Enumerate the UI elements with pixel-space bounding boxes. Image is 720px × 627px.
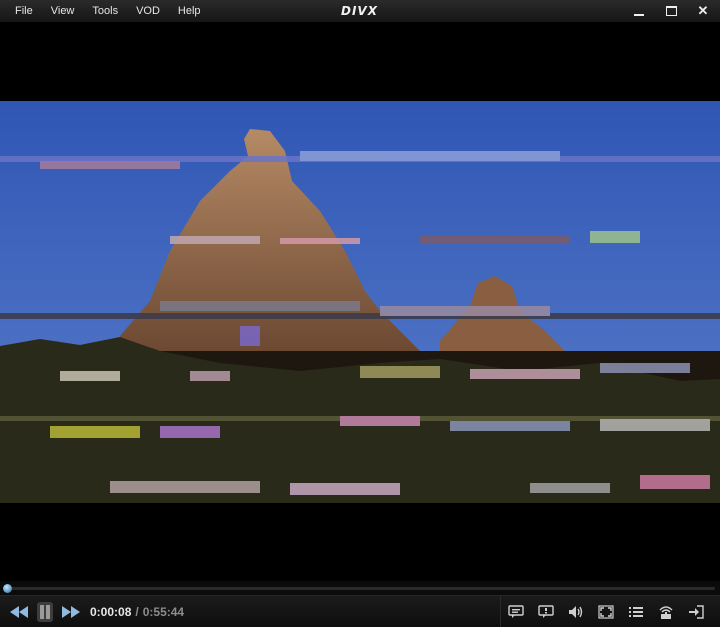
- playlist-button[interactable]: [621, 596, 651, 627]
- menu-vod[interactable]: VOD: [127, 5, 169, 17]
- wireless-cast-button[interactable]: [651, 596, 681, 627]
- menu-bar: File View Tools VOD Help: [6, 0, 210, 22]
- pause-icon: [37, 601, 53, 622]
- fullscreen-button[interactable]: [591, 596, 621, 627]
- exit-icon: [689, 604, 704, 619]
- volume-button[interactable]: [561, 596, 591, 627]
- volume-icon: [569, 605, 583, 618]
- wireless-cast-icon: [659, 605, 673, 619]
- right-controls: [500, 596, 720, 627]
- maximize-icon: [665, 6, 677, 16]
- rewind-button[interactable]: [6, 596, 32, 627]
- maximize-button[interactable]: [662, 3, 680, 19]
- title-bar: File View Tools VOD Help DIVX ✕: [0, 0, 720, 23]
- window-controls: ✕: [630, 0, 712, 22]
- current-time: 0:00:08: [90, 604, 132, 619]
- video-content: [0, 101, 720, 503]
- seek-handle[interactable]: [2, 584, 12, 593]
- chapters-icon: [538, 604, 554, 618]
- time-display: 0:00:08 / 0:55:44: [90, 596, 184, 627]
- divx-logo: DIVX: [341, 4, 378, 18]
- fullscreen-icon: [598, 604, 614, 619]
- subtitles-button[interactable]: [501, 596, 531, 627]
- menu-help[interactable]: Help: [169, 5, 210, 17]
- video-area[interactable]: [0, 23, 720, 581]
- total-duration: 0:55:44: [142, 604, 185, 619]
- video-frame[interactable]: [0, 101, 720, 503]
- minimize-button[interactable]: [630, 3, 648, 19]
- subtitles-icon: [508, 604, 524, 618]
- rewind-icon: [10, 605, 28, 618]
- exit-button[interactable]: [681, 596, 711, 627]
- menu-file[interactable]: File: [6, 5, 42, 17]
- menu-view[interactable]: View: [42, 5, 84, 17]
- playlist-icon: [629, 606, 643, 617]
- close-icon: ✕: [697, 3, 709, 18]
- fast-forward-button[interactable]: [58, 596, 84, 627]
- control-bar: 0:00:08 / 0:55:44: [0, 595, 720, 627]
- chapters-button[interactable]: [531, 596, 561, 627]
- seek-track[interactable]: [2, 584, 715, 593]
- menu-tools[interactable]: Tools: [83, 5, 127, 17]
- fast-forward-icon: [62, 605, 80, 618]
- seek-bar[interactable]: [0, 581, 720, 595]
- close-button[interactable]: ✕: [694, 3, 712, 19]
- pause-button[interactable]: [34, 596, 56, 627]
- minimize-icon: [634, 14, 644, 16]
- time-separator: /: [135, 604, 139, 619]
